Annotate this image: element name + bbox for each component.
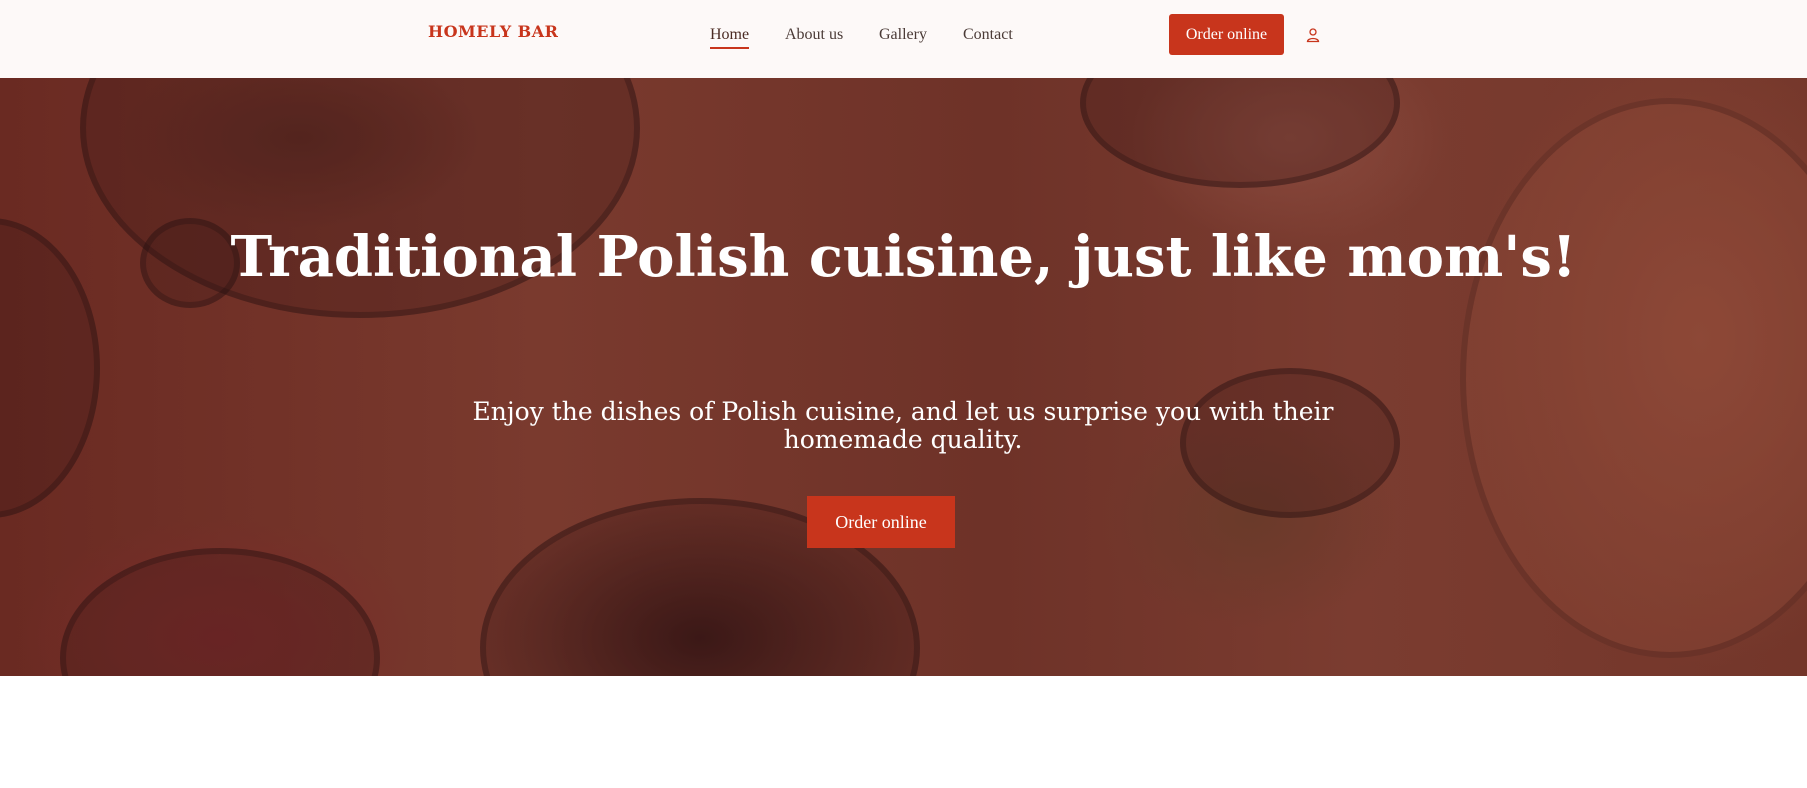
nav-item-about-us[interactable]: About us	[785, 26, 843, 44]
nav-item-contact[interactable]: Contact	[963, 26, 1013, 44]
hero-order-online-button[interactable]: Order online	[807, 496, 955, 548]
header-order-online-button[interactable]: Order online	[1169, 14, 1284, 55]
nav-item-gallery[interactable]: Gallery	[879, 26, 927, 44]
site-header: HOMELY BAR Home About us Gallery Contact…	[0, 0, 1807, 78]
hero-title: Traditional Polish cuisine, just like mo…	[230, 224, 1577, 290]
nav-item-home[interactable]: Home	[710, 26, 750, 49]
brand-logo[interactable]: HOMELY BAR	[428, 22, 558, 41]
user-icon[interactable]	[1305, 27, 1321, 43]
hero-subtitle: Enjoy the dishes of Polish cuisine, and …	[472, 397, 1334, 454]
hero-section: Traditional Polish cuisine, just like mo…	[0, 78, 1807, 676]
